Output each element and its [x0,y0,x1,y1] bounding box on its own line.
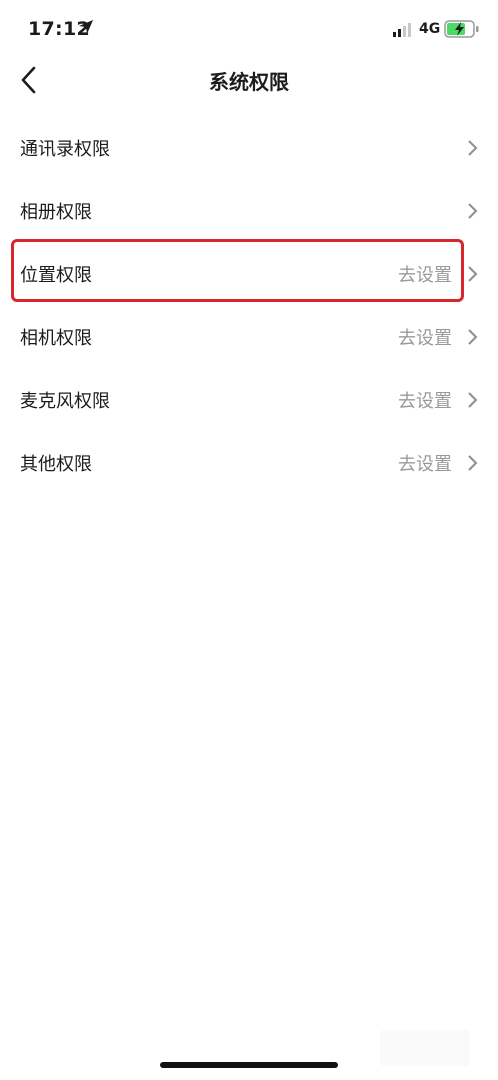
row-label: 其他权限 [20,454,92,475]
go-settings-link[interactable]: 去设置 [398,324,452,350]
watermark [380,1030,470,1066]
permission-list: 通讯录权限 相册权限 位置权限 去设置 相机权限 去设置 麦克风权限 去设置 其… [0,117,498,495]
location-arrow-icon [79,20,93,34]
list-item-camera-permission[interactable]: 相机权限 去设置 [0,306,498,369]
chevron-right-icon [468,455,478,471]
list-item-microphone-permission[interactable]: 麦克风权限 去设置 [0,369,498,432]
chevron-right-icon [468,329,478,345]
list-item-other-permission[interactable]: 其他权限 去设置 [0,432,498,495]
go-settings-link[interactable]: 去设置 [398,387,452,413]
page-title: 系统权限 [209,70,289,94]
chevron-right-icon [468,203,478,219]
row-label: 相册权限 [20,202,92,223]
list-item-album-permission[interactable]: 相册权限 [0,180,498,243]
row-label: 麦克风权限 [20,391,110,412]
battery-charging-icon [444,20,479,38]
chevron-right-icon [468,140,478,156]
home-indicator [160,1062,338,1068]
highlight-box [11,239,464,302]
chevron-right-icon [468,392,478,408]
navigation-bar: 系统权限 [0,50,498,110]
go-settings-link[interactable]: 去设置 [398,450,452,476]
chevron-right-icon [468,266,478,282]
network-type: 4G [419,21,441,37]
signal-icon [393,23,411,37]
row-label: 相机权限 [20,328,92,349]
row-label: 通讯录权限 [20,139,110,160]
list-item-contacts-permission[interactable]: 通讯录权限 [0,117,498,180]
